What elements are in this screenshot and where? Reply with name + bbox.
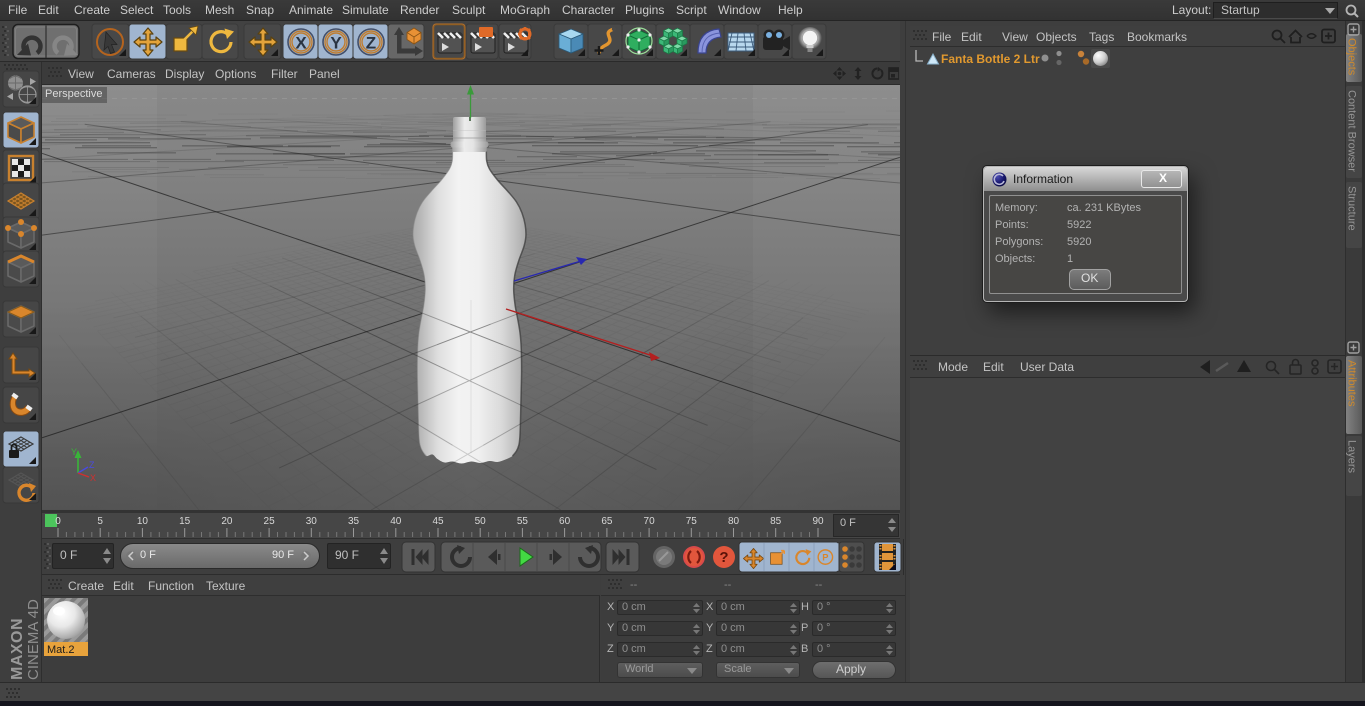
svg-text:Objects: Objects	[1346, 38, 1358, 76]
svg-text:Z: Z	[89, 460, 95, 470]
svg-text:60: 60	[559, 516, 571, 527]
svg-text:80: 80	[728, 516, 740, 527]
svg-text:Z: Z	[366, 34, 376, 53]
svg-text:CINEMA 4D: CINEMA 4D	[25, 599, 42, 680]
svg-text:65: 65	[601, 516, 613, 527]
svg-text:40: 40	[390, 516, 402, 527]
svg-text:70: 70	[644, 516, 656, 527]
svg-text:Content Browser: Content Browser	[1346, 90, 1358, 172]
svg-text:10: 10	[137, 516, 149, 527]
svg-text:X: X	[295, 34, 307, 53]
svg-text:Y: Y	[71, 447, 77, 457]
svg-text:45: 45	[432, 516, 444, 527]
svg-text:Y: Y	[330, 34, 342, 53]
svg-text:15: 15	[179, 516, 191, 527]
svg-text:5: 5	[97, 516, 103, 527]
svg-text:25: 25	[264, 516, 276, 527]
svg-text:MAXON: MAXON	[9, 618, 26, 680]
svg-text:Attributes: Attributes	[1346, 360, 1358, 407]
svg-text:Layers: Layers	[1346, 440, 1358, 474]
svg-text:Mat.2: Mat.2	[47, 644, 75, 656]
svg-text:Structure: Structure	[1346, 186, 1358, 231]
svg-text:X: X	[90, 473, 96, 483]
svg-text:75: 75	[686, 516, 698, 527]
svg-text:20: 20	[221, 516, 233, 527]
svg-text:55: 55	[517, 516, 529, 527]
svg-text:90: 90	[812, 516, 824, 527]
svg-text:30: 30	[306, 516, 318, 527]
svg-text:0: 0	[55, 516, 61, 527]
svg-text:35: 35	[348, 516, 360, 527]
svg-text:50: 50	[475, 516, 487, 527]
svg-text:85: 85	[770, 516, 782, 527]
svg-text:P: P	[822, 553, 828, 563]
svg-text:?: ?	[719, 549, 728, 566]
